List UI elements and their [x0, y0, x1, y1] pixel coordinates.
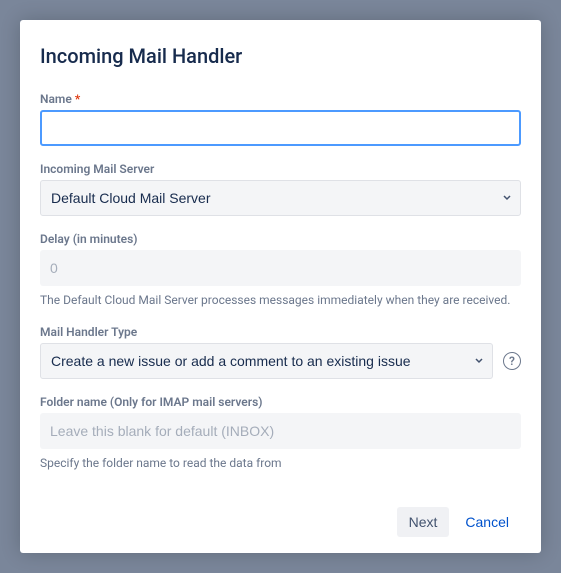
cancel-button[interactable]: Cancel — [453, 507, 521, 537]
help-icon[interactable]: ? — [503, 352, 521, 370]
modal-title: Incoming Mail Handler — [40, 44, 521, 68]
handler-row: Create a new issue or add a comment to a… — [40, 343, 521, 379]
delay-field: Delay (in minutes) The Default Cloud Mai… — [40, 232, 521, 309]
name-input[interactable] — [40, 110, 521, 146]
handler-field: Mail Handler Type Create a new issue or … — [40, 325, 521, 379]
folder-field: Folder name (Only for IMAP mail servers)… — [40, 395, 521, 472]
next-button[interactable]: Next — [397, 507, 450, 537]
server-select[interactable]: Default Cloud Mail Server — [40, 180, 521, 216]
server-label: Incoming Mail Server — [40, 162, 521, 176]
modal-footer: Next Cancel — [40, 491, 521, 537]
folder-label: Folder name (Only for IMAP mail servers) — [40, 395, 521, 409]
server-field: Incoming Mail Server Default Cloud Mail … — [40, 162, 521, 216]
delay-label: Delay (in minutes) — [40, 232, 521, 246]
required-asterisk: * — [75, 92, 80, 106]
name-label: Name * — [40, 92, 521, 106]
delay-input — [40, 250, 521, 286]
incoming-mail-handler-modal: Incoming Mail Handler Name * Incoming Ma… — [20, 20, 541, 553]
handler-select[interactable]: Create a new issue or add a comment to a… — [40, 343, 493, 379]
folder-helper-text: Specify the folder name to read the data… — [40, 455, 521, 472]
folder-input — [40, 413, 521, 449]
handler-label: Mail Handler Type — [40, 325, 521, 339]
server-select-wrap: Default Cloud Mail Server — [40, 180, 521, 216]
handler-select-wrap: Create a new issue or add a comment to a… — [40, 343, 493, 379]
delay-helper-text: The Default Cloud Mail Server processes … — [40, 292, 521, 309]
name-field: Name * — [40, 92, 521, 146]
name-label-text: Name — [40, 92, 72, 106]
